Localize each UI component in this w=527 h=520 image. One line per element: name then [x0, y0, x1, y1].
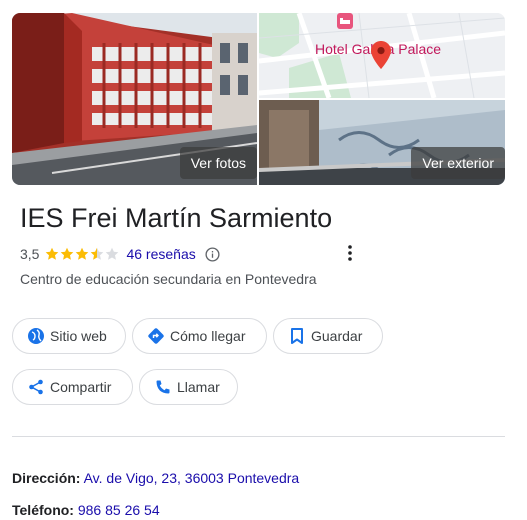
share-label: Compartir	[50, 379, 112, 395]
exterior-photo[interactable]: Ver exterior	[259, 100, 505, 185]
phone-label: Teléfono:	[12, 502, 74, 518]
star-icon	[46, 247, 59, 260]
location-pin-icon	[371, 41, 391, 69]
star-icon	[91, 247, 104, 260]
phone-row: Teléfono: 986 85 26 54	[12, 502, 160, 518]
star-icon	[76, 247, 89, 260]
rating-row: 3,5 46 reseñas	[20, 244, 220, 264]
phone-link[interactable]: 986 85 26 54	[78, 502, 160, 518]
info-icon[interactable]	[205, 246, 220, 262]
save-button[interactable]: Guardar	[273, 318, 383, 354]
photo-strip: Ver fotos Hotel Galicia Palace	[12, 13, 505, 185]
share-button[interactable]: Compartir	[12, 369, 133, 405]
map-thumbnail[interactable]: Hotel Galicia Palace	[259, 13, 505, 98]
globe-icon	[28, 328, 44, 344]
rating-stars	[45, 247, 120, 261]
building-photo[interactable]: Ver fotos	[12, 13, 257, 185]
save-label: Guardar	[311, 328, 363, 344]
section-divider	[12, 436, 505, 437]
call-label: Llamar	[177, 379, 220, 395]
bookmark-icon	[291, 328, 303, 344]
address-row: Dirección: Av. de Vigo, 23, 36003 Pontev…	[12, 470, 299, 486]
star-icon	[106, 247, 119, 260]
see-exterior-button[interactable]: Ver exterior	[411, 147, 505, 179]
website-button[interactable]: Sitio web	[12, 318, 126, 354]
rating-value: 3,5	[20, 246, 40, 262]
website-label: Sitio web	[50, 328, 107, 344]
star-icon	[61, 247, 74, 260]
phone-icon	[156, 380, 170, 394]
see-photos-button[interactable]: Ver fotos	[179, 147, 257, 179]
directions-icon	[148, 328, 164, 344]
hotel-icon	[337, 13, 353, 29]
call-button[interactable]: Llamar	[139, 369, 238, 405]
address-label: Dirección:	[12, 470, 81, 486]
more-options-icon[interactable]	[347, 244, 353, 262]
place-title: IES Frei Martín Sarmiento	[20, 203, 333, 233]
directions-button[interactable]: Cómo llegar	[132, 318, 267, 354]
reviews-link[interactable]: 46 reseñas	[126, 246, 195, 262]
address-link[interactable]: Av. de Vigo, 23, 36003 Pontevedra	[84, 470, 300, 486]
place-category: Centro de educación secundaria en Pontev…	[20, 271, 317, 287]
directions-label: Cómo llegar	[170, 328, 246, 344]
share-icon	[29, 379, 43, 395]
